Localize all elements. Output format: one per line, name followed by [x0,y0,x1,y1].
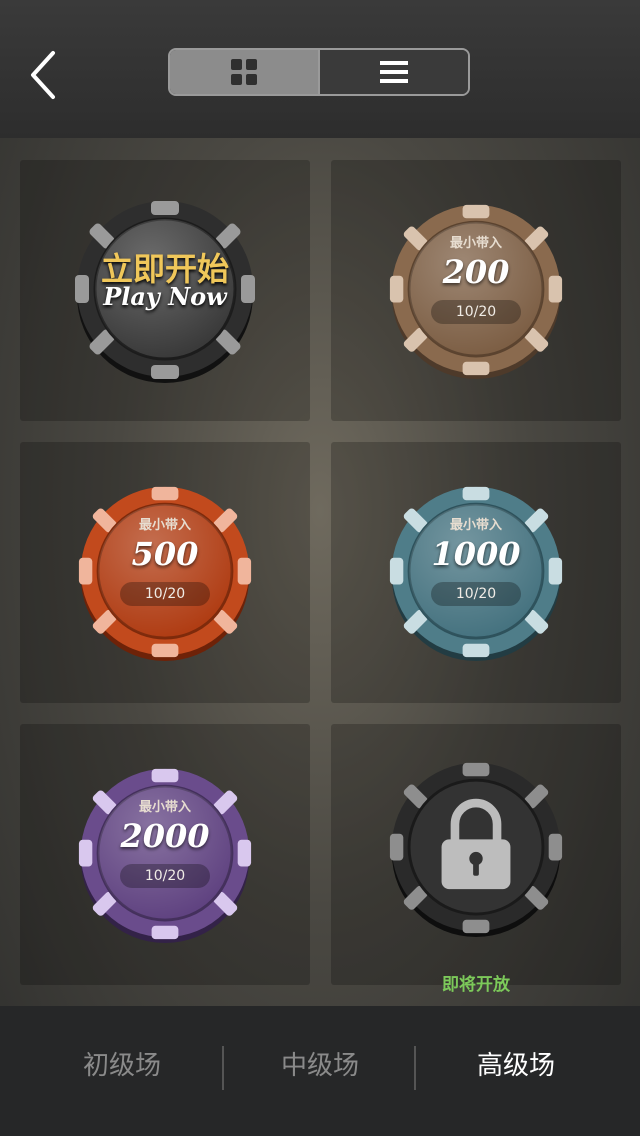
tab-advanced[interactable]: 高级场 [416,1036,616,1096]
player-count: 10/20 [431,582,521,606]
player-count: 10/20 [120,582,210,606]
min-buyin-label: 最小带入 [138,518,191,533]
min-buyin-value: 2000 [120,817,210,855]
back-button[interactable] [20,45,70,105]
min-buyin-value: 500 [131,535,199,573]
room-card-500[interactable]: 最小带入 500 10/20 [20,442,310,703]
room-grid: 立即开始 Play Now 最小带入 200 10/20 最小带入 500 10… [20,160,622,995]
tab-beginner[interactable]: 初级场 [24,1036,220,1096]
room-card-2000[interactable]: 最小带入 2000 10/20 [20,724,310,985]
top-bar [0,0,640,138]
list-view-button[interactable] [318,50,468,94]
view-toggle [168,48,470,96]
room-card-1000[interactable]: 最小带入 1000 10/20 [331,442,621,703]
room-card-200[interactable]: 最小带入 200 10/20 [331,160,621,421]
level-tab-bar: 初级场 中级场 高级场 [0,1006,640,1136]
player-count: 10/20 [431,300,521,324]
room-card-locked[interactable]: 即将开放 [331,724,621,995]
coming-soon-label: 即将开放 [442,975,510,995]
back-chevron-icon [31,51,55,99]
min-buyin-value: 200 [442,253,510,291]
grid-icon [231,59,257,85]
play-now-title-en: Play Now [103,282,227,311]
play-now-card[interactable]: 立即开始 Play Now [20,160,310,421]
min-buyin-label: 最小带入 [449,518,502,533]
player-count: 10/20 [120,864,210,888]
list-icon [380,61,408,83]
min-buyin-label: 最小带入 [449,236,502,251]
min-buyin-value: 1000 [431,535,521,573]
grid-view-button[interactable] [170,50,318,94]
tab-intermediate[interactable]: 中级场 [224,1036,416,1096]
min-buyin-label: 最小带入 [138,800,191,815]
chip-locked-icon [389,763,563,938]
